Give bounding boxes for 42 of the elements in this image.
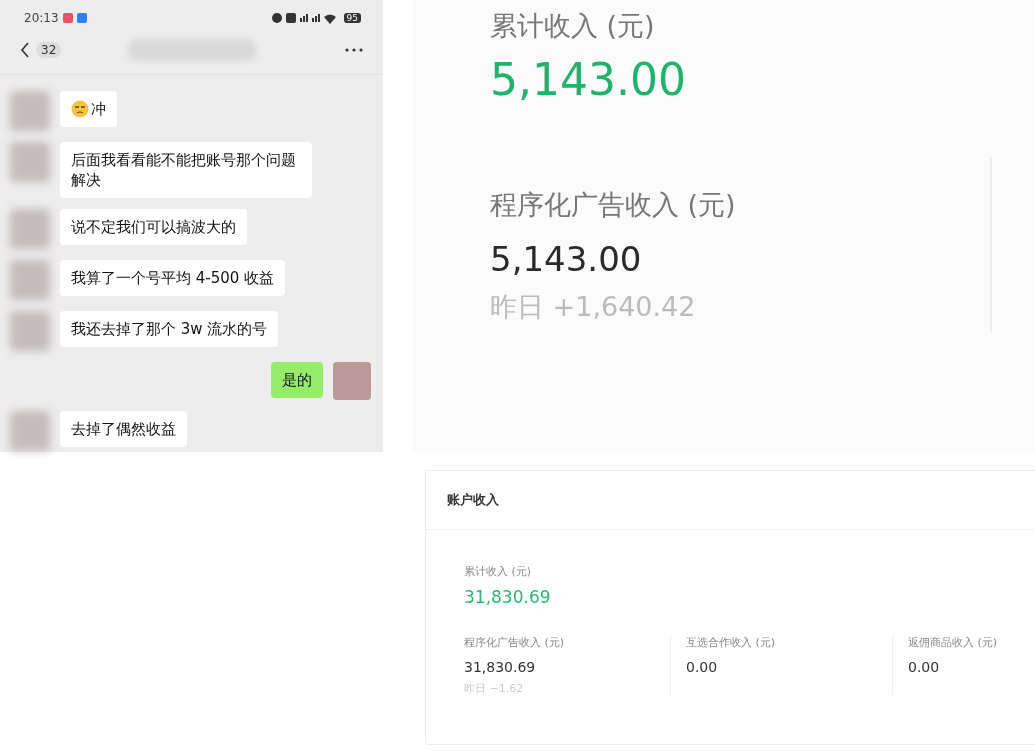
battery-level: 95 [343,13,361,23]
stat-value: 31,830.69 [464,587,552,607]
stat-label: 累计收入 (元) [490,9,656,43]
card-title: 账户收入 [426,471,1035,530]
blurred-avatar [10,260,50,300]
stat-label: 累计收入 (元) [464,564,533,579]
wifi-icon [323,12,336,24]
yesterday-label: 昨日 [490,291,544,322]
message-bubble: 冲 [60,91,117,127]
stat-label: 程序化广告收入 (元) [464,635,566,650]
blurred-avatar [10,209,50,249]
more-icon[interactable] [345,48,363,52]
status-time: 20:13 [24,11,59,25]
stat-value: 0.00 [908,659,941,675]
signal-icon [311,14,320,22]
blurred-avatar [10,142,50,182]
message-bubble: 说不定我们可以搞波大的 [60,209,247,245]
message-bubble: 我算了一个号平均 4-500 收益 [60,260,286,296]
app-notification-icon [76,13,87,23]
stat-value: 5,143.00 [490,54,687,105]
stat-label: 程序化广告收入 (元) [490,188,737,222]
stat-value: 0.00 [686,659,719,675]
message-bubble: 是的 [271,362,323,398]
message-bubble: 去掉了偶然收益 [60,411,187,447]
app-notification-icon [62,13,73,23]
stat-label: 互选合作收入 (元) [686,635,777,650]
emoji-face-icon [71,100,89,118]
hd-icon [285,13,296,23]
signal-icon [299,14,308,22]
yesterday-value: +1,640.42 [552,291,696,322]
alarm-icon [271,13,282,23]
blurred-avatar [10,311,50,351]
stat-value: 31,830.69 [464,659,537,675]
stat-value: 5,143.00 [490,239,643,279]
blurred-avatar [10,91,50,131]
message-bubble: 后面我看看能不能把账号那个问题解决 [60,142,312,198]
avatar-placeholder [333,362,371,400]
stat-label: 返佣商品收入 (元) [908,635,999,650]
blurred-avatar [10,411,50,451]
message-bubble: 我还去掉了那个 3w 流水的号 [60,311,279,347]
back-icon[interactable] [20,42,30,58]
unread-count: 32 [36,42,62,58]
